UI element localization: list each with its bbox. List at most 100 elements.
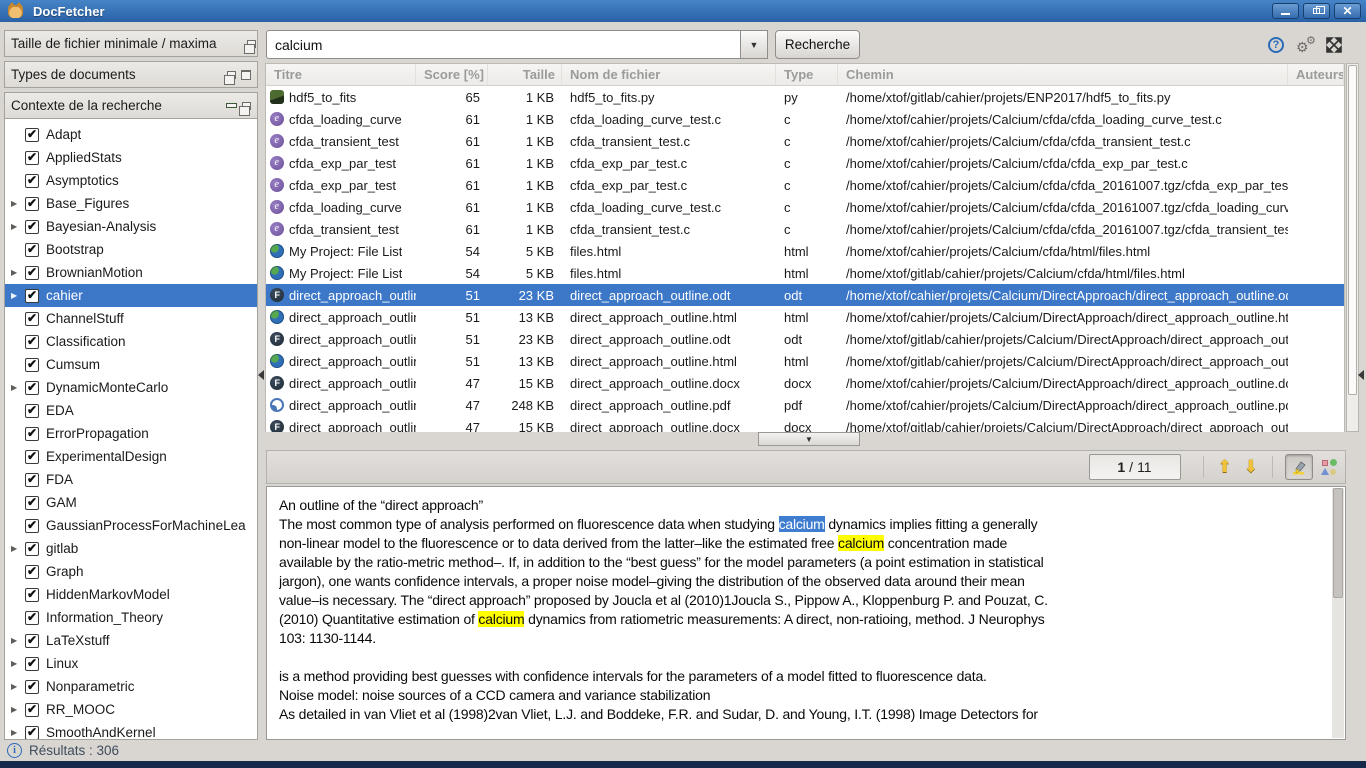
highlight-toggle-button[interactable] [1285,454,1313,480]
minimize-panel-icon[interactable] [226,103,237,108]
expander-icon[interactable]: ▶ [11,291,25,300]
tree-item-Information_Theory[interactable]: Information_Theory [5,606,257,629]
panel-size-filter-header[interactable]: Taille de fichier minimale / maxima [4,30,258,57]
search-button[interactable]: Recherche [775,30,860,59]
checkbox[interactable] [25,496,39,510]
maximize-panel-icon[interactable] [241,70,251,80]
tree-item-Cumsum[interactable]: Cumsum [5,353,257,376]
search-history-dropdown-button[interactable]: ▼ [741,30,768,59]
checkbox[interactable] [25,335,39,349]
tree-item-EDA[interactable]: EDA [5,399,257,422]
checkbox[interactable] [25,266,39,280]
table-row[interactable]: cfda_loading_curve611 KBcfda_loading_cur… [266,108,1344,130]
close-button[interactable]: ✕ [1334,3,1361,19]
help-icon[interactable]: ? [1268,37,1284,53]
tree-item-LaTeXstuff[interactable]: ▶LaTeXstuff [5,629,257,652]
preview-vertical-scrollbar[interactable] [1332,488,1344,738]
tree-item-Classification[interactable]: Classification [5,330,257,353]
table-row[interactable]: direct_approach_outline5113 KBdirect_app… [266,306,1344,328]
table-row[interactable]: My Project: File List545 KBfiles.htmlhtm… [266,240,1344,262]
checkbox[interactable] [25,657,39,671]
checkbox[interactable] [25,128,39,142]
sash-collapse-left-icon[interactable] [258,370,264,380]
tree-item-Nonparametric[interactable]: ▶Nonparametric [5,675,257,698]
checkbox[interactable] [25,197,39,211]
preview-mode-shapes-icon[interactable] [1321,459,1337,475]
tree-item-Asymptotics[interactable]: Asymptotics [5,169,257,192]
table-row[interactable]: direct_approach_outline47248 KBdirect_ap… [266,394,1344,416]
tree-item-Bayesian-Analysis[interactable]: ▶Bayesian-Analysis [5,215,257,238]
checkbox[interactable] [25,726,39,740]
table-row[interactable]: cfda_loading_curve611 KBcfda_loading_cur… [266,196,1344,218]
table-row[interactable]: direct_approach_outline4715 KBdirect_app… [266,372,1344,394]
table-row[interactable]: direct_approach_outline5113 KBdirect_app… [266,350,1344,372]
checkbox[interactable] [25,358,39,372]
expander-icon[interactable]: ▶ [11,222,25,231]
checkbox[interactable] [25,220,39,234]
checkbox[interactable] [25,519,39,533]
column-header-Taille[interactable]: Taille [488,64,562,85]
table-row[interactable]: cfda_exp_par_test611 KBcfda_exp_par_test… [266,152,1344,174]
column-header-Chemin[interactable]: Chemin [838,64,1288,85]
checkbox[interactable] [25,289,39,303]
checkbox[interactable] [25,611,39,625]
panel-doc-types-header[interactable]: Types de documents [4,61,258,88]
column-header-Score [%][interactable]: Score [%] [416,64,488,85]
checkbox[interactable] [25,243,39,257]
expander-icon[interactable]: ▶ [11,383,25,392]
tree-item-ExperimentalDesign[interactable]: ExperimentalDesign [5,445,257,468]
expander-icon[interactable]: ▶ [11,659,25,668]
table-row[interactable]: direct_approach_outline4715 KBdirect_app… [266,416,1344,432]
checkbox[interactable] [25,680,39,694]
tree-item-Base_Figures[interactable]: ▶Base_Figures [5,192,257,215]
table-row[interactable]: cfda_exp_par_test611 KBcfda_exp_par_test… [266,174,1344,196]
table-row[interactable]: direct_approach_outline5123 KBdirect_app… [266,328,1344,350]
panel-scope-header[interactable]: Contexte de la recherche [4,92,258,119]
column-header-Titre[interactable]: Titre [266,64,416,85]
tree-item-AppliedStats[interactable]: AppliedStats [5,146,257,169]
checkbox[interactable] [25,404,39,418]
preview-pane[interactable]: An outline of the “direct approach”The m… [266,486,1346,740]
restore-panel-icon[interactable] [247,40,256,48]
table-row[interactable]: direct_approach_outline5123 KBdirect_app… [266,284,1344,306]
expander-icon[interactable]: ▶ [11,199,25,208]
column-header-Auteurs[interactable]: Auteurs [1288,64,1344,85]
expander-icon[interactable]: ▶ [11,705,25,714]
tree-item-DynamicMonteCarlo[interactable]: ▶DynamicMonteCarlo [5,376,257,399]
maximize-search-bar-icon[interactable] [1326,37,1342,53]
tree-item-cahier[interactable]: ▶cahier [5,284,257,307]
column-header-Type[interactable]: Type [776,64,838,85]
previous-occurrence-button[interactable]: ⬆ [1218,457,1232,477]
tree-item-BrownianMotion[interactable]: ▶BrownianMotion [5,261,257,284]
tree-item-Bootstrap[interactable]: Bootstrap [5,238,257,261]
tree-item-ErrorPropagation[interactable]: ErrorPropagation [5,422,257,445]
tree-item-Linux[interactable]: ▶Linux [5,652,257,675]
checkbox[interactable] [25,703,39,717]
tree-item-ChannelStuff[interactable]: ChannelStuff [5,307,257,330]
preview-sash-collapse-button[interactable]: ▼ [758,432,860,446]
tree-item-GAM[interactable]: GAM [5,491,257,514]
expander-icon[interactable]: ▶ [11,682,25,691]
tree-item-gitlab[interactable]: ▶gitlab [5,537,257,560]
table-row[interactable]: cfda_transient_test611 KBcfda_transient_… [266,130,1344,152]
checkbox[interactable] [25,312,39,326]
checkbox[interactable] [25,588,39,602]
restore-button[interactable] [1303,3,1330,19]
search-input[interactable] [266,30,741,59]
tree-item-FDA[interactable]: FDA [5,468,257,491]
restore-panel-icon[interactable] [242,102,251,110]
checkbox[interactable] [25,450,39,464]
tree-item-GaussianProcessForMachineLea[interactable]: GaussianProcessForMachineLea [5,514,257,537]
checkbox[interactable] [25,151,39,165]
tree-item-HiddenMarkovModel[interactable]: HiddenMarkovModel [5,583,257,606]
expander-icon[interactable]: ▶ [11,636,25,645]
next-occurrence-button[interactable]: ⬇ [1244,457,1258,477]
preferences-gears-icon[interactable]: ⚙⚙ [1296,36,1318,54]
tree-item-SmoothAndKernel[interactable]: ▶SmoothAndKernel [5,721,257,740]
table-row[interactable]: My Project: File List545 KBfiles.htmlhtm… [266,262,1344,284]
tree-item-Adapt[interactable]: Adapt [5,123,257,146]
checkbox[interactable] [25,565,39,579]
checkbox[interactable] [25,473,39,487]
expander-icon[interactable]: ▶ [11,268,25,277]
checkbox[interactable] [25,634,39,648]
